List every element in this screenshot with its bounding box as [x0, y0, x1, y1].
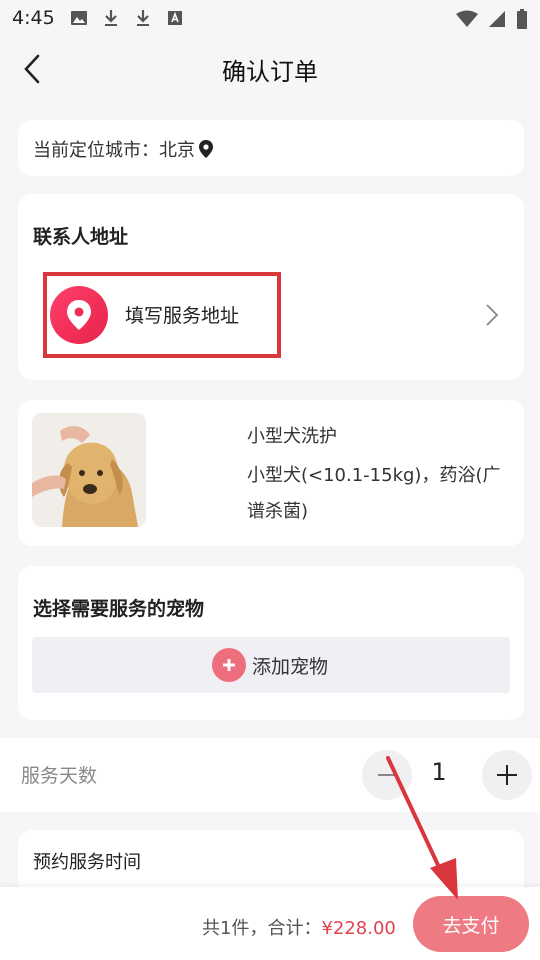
checkout-bar: 共1件，合计：¥228.00 去支付 [0, 887, 540, 960]
increment-button[interactable] [482, 750, 532, 800]
add-pet-label: 添加宠物 [252, 655, 329, 678]
status-time: 4:45 [12, 7, 55, 29]
add-pet-button[interactable]: 添加宠物 [32, 637, 510, 693]
image-icon [71, 11, 87, 25]
product-card: 小型犬洗护 小型犬(<10.1-15kg)，药浴(广谱杀菌) [18, 400, 524, 546]
plus-icon [212, 648, 246, 682]
service-days-value: 1 [431, 758, 447, 786]
download-icon [105, 10, 117, 26]
add-pet-content: 添加宠物 [212, 648, 328, 682]
status-bar: 4:45 [0, 0, 540, 36]
plus-icon [497, 765, 517, 785]
font-icon [168, 11, 182, 25]
select-pet-card: 选择需要服务的宠物 添加宠物 [18, 566, 524, 720]
city-card: 当前定位城市：北京 [18, 120, 524, 176]
contact-section-title: 联系人地址 [33, 226, 129, 248]
current-city-label: 当前定位城市：北京 [33, 140, 195, 161]
chevron-right-icon[interactable] [484, 302, 500, 328]
system-icons [456, 9, 528, 29]
page-title: 确认订单 [222, 58, 318, 86]
pets-section-title: 选择需要服务的宠物 [33, 598, 205, 620]
product-name: 小型犬洗护 [247, 426, 337, 447]
nav-bar: 确认订单 [0, 36, 540, 100]
order-total: ¥228.00 [321, 918, 396, 939]
download-icon [137, 10, 149, 26]
battery-icon [517, 9, 527, 29]
dog-image [32, 413, 146, 527]
service-days-row: 服务天数 1 [0, 738, 540, 812]
signal-icon [489, 11, 505, 27]
summary-prefix: 共1件，合计： [202, 918, 322, 939]
contact-address-card: 联系人地址 填写服务地址 [18, 194, 524, 380]
notification-icons [70, 9, 184, 27]
wifi-icon [456, 10, 478, 27]
service-days-label: 服务天数 [21, 765, 98, 787]
order-summary: 共1件，合计：¥228.00 [202, 914, 396, 940]
highlight-annotation [43, 272, 281, 358]
current-city: 当前定位城市：北京 [33, 136, 213, 162]
product-description: 小型犬(<10.1-15kg)，药浴(广谱杀菌) [247, 465, 501, 522]
location-pin-icon [199, 140, 213, 158]
pay-button[interactable]: 去支付 [413, 896, 529, 952]
appointment-time-label: 预约服务时间 [33, 852, 141, 873]
decrement-button[interactable] [362, 750, 412, 800]
minus-icon [378, 774, 396, 776]
